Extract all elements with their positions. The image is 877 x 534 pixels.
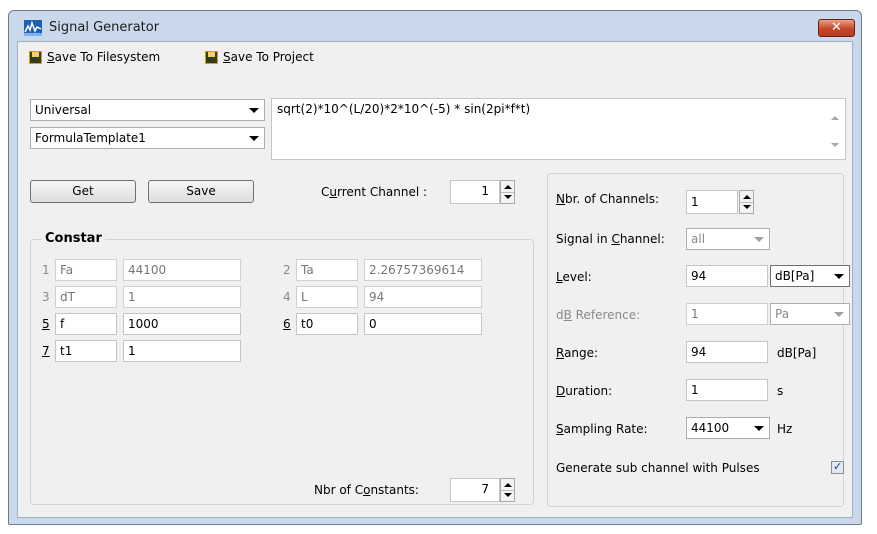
dropdown-arrow-icon — [834, 312, 844, 317]
level-unit-select[interactable]: dB[Pa] — [770, 265, 850, 287]
dropdown-arrow-icon — [249, 108, 259, 113]
constant-index-label: 4 — [283, 290, 291, 304]
constant-index-label: 6 — [283, 317, 291, 331]
dropdown-arrow-icon — [754, 237, 764, 242]
constant-name-input[interactable]: t0 — [296, 313, 358, 335]
close-button[interactable]: ✕ — [818, 19, 855, 37]
template-type-value: Universal — [35, 103, 92, 117]
current-channel-spinner[interactable] — [500, 180, 515, 204]
generate-pulses-label: Generate sub channel with Pulses — [556, 461, 760, 475]
sampling-rate-unit-label: Hz — [777, 422, 793, 436]
signal-in-channel-select[interactable]: all — [686, 228, 770, 250]
spin-down-icon[interactable] — [743, 205, 751, 209]
db-reference-unit-select[interactable]: Pa — [770, 303, 850, 325]
dropdown-arrow-icon — [834, 274, 844, 279]
constant-name-input[interactable]: t1 — [55, 340, 117, 362]
constant-index-label: 1 — [42, 263, 50, 277]
db-reference-input[interactable]: 1 — [686, 303, 768, 325]
save-to-project-label: Save To Project — [223, 50, 314, 64]
duration-input[interactable]: 1 — [686, 379, 768, 401]
constant-name-input[interactable]: f — [55, 313, 117, 335]
signal-generator-window: Signal Generator ✕ Save To Filesystem Sa… — [8, 10, 862, 525]
range-input[interactable]: 94 — [686, 341, 768, 363]
scroll-down-icon[interactable] — [831, 143, 839, 147]
formula-text: sqrt(2)*10^(L/20)*2*10^(-5) * sin(2pi*f*… — [277, 102, 531, 116]
constant-index-label: 5 — [42, 317, 50, 331]
current-channel-input[interactable]: 1 — [450, 180, 500, 204]
template-type-select[interactable]: Universal — [30, 99, 265, 121]
spin-up-icon[interactable] — [504, 483, 512, 487]
level-label: Level: — [556, 270, 592, 284]
db-reference-label: dB Reference: — [556, 308, 641, 322]
constant-value-input[interactable]: 1000 — [123, 313, 241, 335]
save-to-project-button[interactable]: Save To Project — [204, 46, 314, 68]
save-button[interactable]: Save — [148, 180, 254, 203]
constant-name-input[interactable]: Fa — [55, 259, 117, 281]
db-reference-unit-value: Pa — [775, 307, 790, 321]
constant-name-input[interactable]: dT — [55, 286, 117, 308]
sampling-rate-label: Sampling Rate: — [556, 422, 648, 436]
nbr-of-channels-input[interactable]: 1 — [686, 190, 738, 214]
save-to-filesystem-label: Save To Filesystem — [47, 50, 161, 64]
signal-in-channel-label: Signal in Channel: — [556, 232, 665, 246]
generate-pulses-checkbox[interactable]: ✓ — [831, 460, 844, 474]
save-to-filesystem-button[interactable]: Save To Filesystem — [28, 46, 160, 68]
level-input[interactable]: 94 — [686, 265, 768, 287]
constants-group-title: Constar — [42, 231, 105, 246]
get-button[interactable]: Get — [30, 180, 136, 203]
constant-name-input[interactable]: L — [296, 286, 358, 308]
formula-template-select[interactable]: FormulaTemplate1 — [30, 127, 265, 149]
constant-value-input[interactable]: 0 — [364, 313, 482, 335]
dialog-client-area: Save To Filesystem Save To Project Unive… — [17, 41, 853, 518]
level-unit-value: dB[Pa] — [775, 269, 815, 283]
spin-down-icon[interactable] — [504, 195, 512, 199]
floppy-disk-icon — [204, 50, 219, 65]
title-bar: Signal Generator ✕ — [9, 11, 861, 41]
signal-generator-app-icon — [24, 20, 42, 36]
sampling-rate-value: 44100 — [691, 421, 730, 435]
formula-editor[interactable]: sqrt(2)*10^(L/20)*2*10^(-5) * sin(2pi*f*… — [271, 98, 846, 160]
nbr-of-channels-label: Nbr. of Channels: — [556, 192, 660, 206]
nbr-of-channels-spinner[interactable] — [739, 190, 754, 214]
constant-index-label: 7 — [42, 344, 50, 358]
nbr-of-constants-label: Nbr of Constants: — [314, 483, 419, 497]
dropdown-arrow-icon — [754, 426, 764, 431]
floppy-disk-icon — [28, 50, 43, 65]
constant-name-input[interactable]: Ta — [296, 259, 358, 281]
range-label: Range: — [556, 346, 599, 360]
nbr-of-constants-input[interactable]: 7 — [450, 478, 500, 502]
duration-label: Duration: — [556, 384, 613, 398]
constant-value-input[interactable]: 2.26757369614 — [364, 259, 482, 281]
range-unit-label: dB[Pa] — [777, 346, 817, 360]
channel-settings-panel — [547, 173, 844, 507]
constant-index-label: 2 — [283, 263, 291, 277]
sampling-rate-select[interactable]: 44100 — [686, 417, 770, 439]
spin-up-icon[interactable] — [504, 185, 512, 189]
spin-up-icon[interactable] — [743, 195, 751, 199]
close-icon: ✕ — [831, 20, 842, 35]
constant-value-input[interactable]: 1 — [123, 286, 241, 308]
window-title: Signal Generator — [49, 20, 160, 35]
checkmark-icon: ✓ — [833, 460, 843, 473]
constant-value-input[interactable]: 1 — [123, 340, 241, 362]
formula-template-value: FormulaTemplate1 — [35, 131, 146, 145]
dropdown-arrow-icon — [249, 136, 259, 141]
spin-down-icon[interactable] — [504, 493, 512, 497]
scroll-up-icon[interactable] — [831, 116, 839, 120]
constant-index-label: 3 — [42, 290, 50, 304]
duration-unit-label: s — [777, 384, 784, 398]
nbr-of-constants-spinner[interactable] — [500, 478, 515, 502]
constant-value-input[interactable]: 94 — [364, 286, 482, 308]
current-channel-label: Current Channel : — [321, 185, 428, 199]
constant-value-input[interactable]: 44100 — [123, 259, 241, 281]
signal-in-channel-value: all — [691, 232, 706, 246]
